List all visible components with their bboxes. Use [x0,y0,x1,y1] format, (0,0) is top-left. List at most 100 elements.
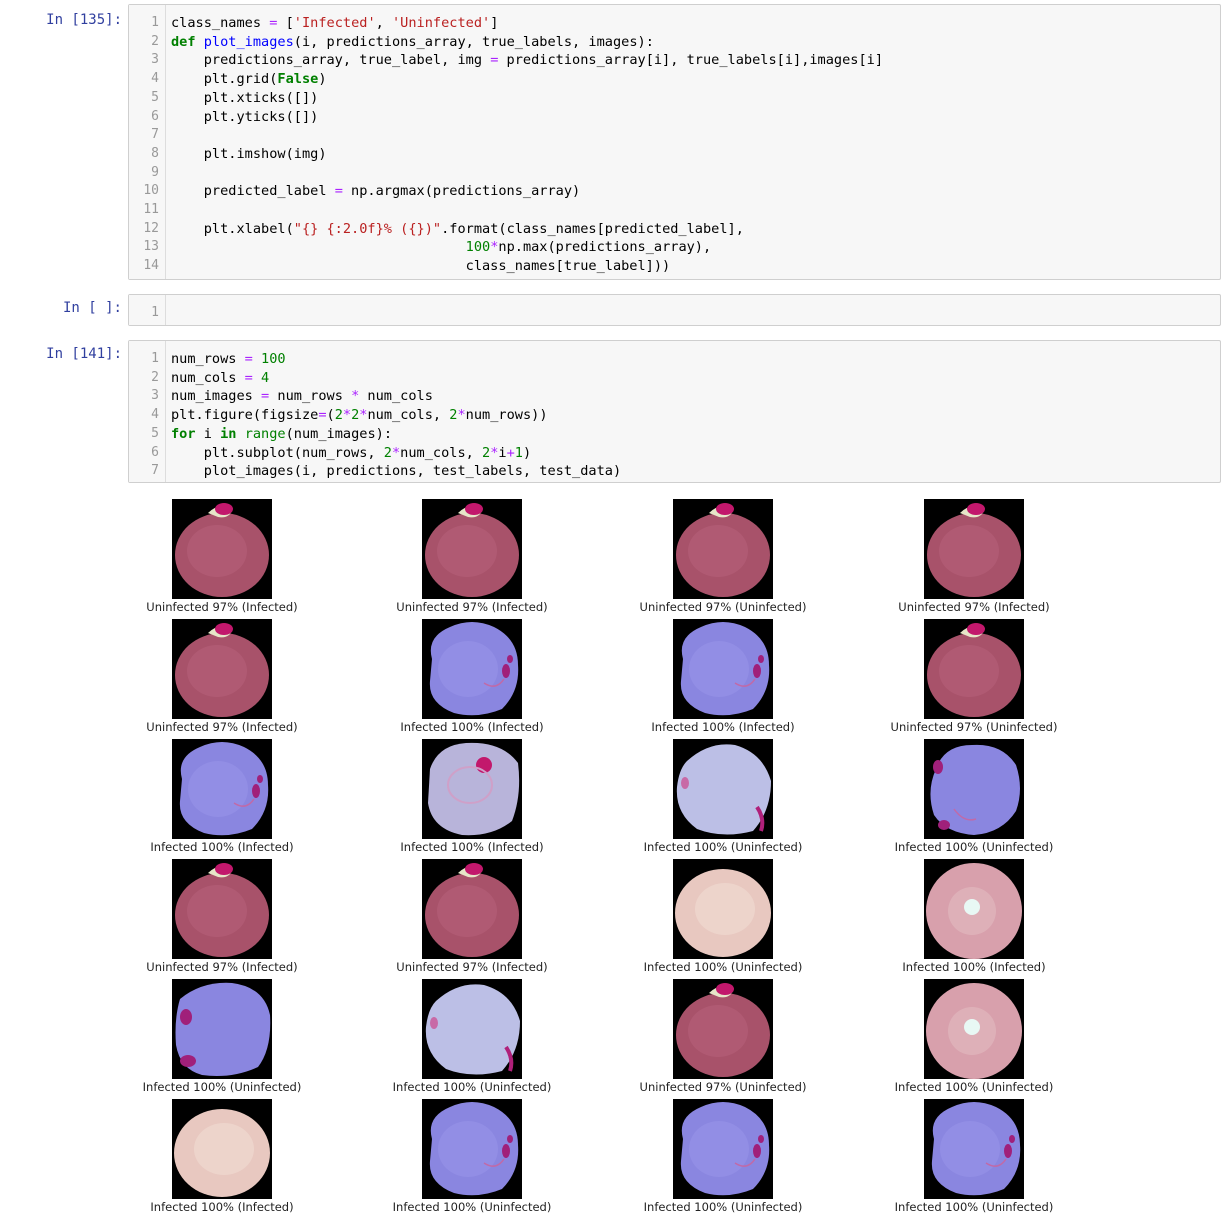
cell-image-tile [924,979,1024,1079]
code-token: plt.figure(figsize [171,407,319,424]
code-token: np.argmax(predictions_array) [342,183,581,200]
code-token: predicted_label [171,183,335,200]
cell-image-tile [673,619,773,719]
code-token: num_rows [269,388,352,405]
cell-prompt: In [141]: [46,346,122,362]
code-token: for [171,425,196,442]
code-token: predictions_array[i], true_labels[i],ima… [498,52,884,69]
code-token: num_cols, [400,444,483,461]
code-token: "{} {:2.0f}% ({})" [293,220,442,237]
cell-image-tile [172,619,272,719]
code-token: in [220,425,237,442]
line-number: 7 [151,463,159,479]
line-number: 5 [151,89,159,105]
code-line[interactable]: class_names = ['Infected', 'Uninfected'] [171,14,498,33]
code-line[interactable]: predictions_array, true_label, img = pre… [171,51,883,70]
line-number: 2 [151,369,159,385]
code-token: plot_images(i, predictions, test_labels,… [171,463,622,480]
code-token: num_cols, [367,407,450,424]
line-number: 13 [143,239,159,255]
code-line[interactable]: plt.figure(figsize=(2*2*num_cols, 2*num_… [171,406,548,425]
line-number: 9 [151,164,159,180]
code-cell[interactable]: 1 class_names = ['Infected', 'Uninfected'… [128,4,1221,280]
line-number: 11 [143,202,159,217]
code-token: = [334,183,343,200]
cell-image-tile [172,859,272,959]
prediction-caption: Uninfected 97% (Infected) [396,600,548,614]
code-line[interactable]: for i in range(num_images): [171,425,392,444]
cell-image-tile [172,739,272,839]
cell-image-tile [172,499,272,599]
code-line[interactable]: num_rows = 100 [171,350,286,369]
code-cell[interactable]: 1 num_rows = 100 2 num_cols = 4 3 num_images … [128,340,1221,483]
line-number: 4 [151,407,159,423]
line-number: 1 [151,305,159,320]
code-line[interactable]: plt.xlabel("{} {:2.0f}% ({})".format(cla… [171,220,744,239]
code-token: predictions_array, true_label, img [171,52,491,69]
code-token: class_names[true_label])) [171,258,671,275]
line-number: 6 [151,444,159,460]
code-line[interactable]: plt.xticks([]) [171,89,319,108]
code-token: 2 [482,444,491,461]
cell-image-tile [924,859,1024,959]
code-token: def [171,33,196,50]
prediction-caption: Infected 100% (Uninfected) [392,1200,552,1214]
code-token: [ [277,15,294,31]
cell-prompt: In [ ]: [62,300,122,316]
cell-image-tile [422,979,522,1079]
code-line[interactable]: plt.subplot(num_rows, 2*num_cols, 2*i+1) [171,444,531,463]
cell-image-tile [172,1099,272,1199]
cell-image-tile [172,979,272,1079]
code-token: 100 [465,239,491,256]
code-token: i [195,425,221,442]
prediction-caption: Uninfected 97% (Uninfected) [890,720,1058,734]
cell-image-tile [924,739,1024,839]
prediction-caption: Infected 100% (Infected) [150,1200,294,1214]
code-token: plt.xticks([]) [171,89,319,106]
prediction-caption: Uninfected 97% (Uninfected) [639,600,807,614]
prediction-caption: Infected 100% (Uninfected) [894,1080,1054,1094]
prediction-caption: Infected 100% (Infected) [651,720,795,734]
code-token: num_rows [171,351,245,367]
line-number: 10 [143,183,159,199]
code-line[interactable]: 100*np.max(predictions_array), [171,238,712,257]
prediction-caption: Infected 100% (Uninfected) [142,1080,302,1094]
line-number: 1 [151,351,159,366]
code-line[interactable]: plt.grid(False) [171,70,327,89]
prediction-caption: Uninfected 97% (Infected) [898,600,1050,614]
code-line[interactable]: plot_images(i, predictions, test_labels,… [171,462,621,481]
cell-prompt: In [135]: [46,12,122,28]
code-token: = [244,369,253,386]
line-number: 12 [143,220,159,236]
code-cell[interactable]: 1 [128,294,1221,326]
code-line[interactable]: num_images = num_rows * num_cols [171,387,433,406]
cell-image-tile [924,499,1024,599]
code-line[interactable]: plt.imshow(img) [171,145,327,164]
code-token: class_names [171,15,270,31]
cell-image-tile [673,859,773,959]
code-token: 'Infected' [293,15,376,31]
prediction-caption: Infected 100% (Infected) [400,720,544,734]
code-line[interactable]: predicted_label = np.argmax(predictions_… [171,182,580,201]
code-token: * [342,407,352,424]
prediction-caption: Infected 100% (Uninfected) [643,840,803,854]
code-token: ] [490,15,499,31]
code-token: range [244,425,286,442]
prediction-caption: Infected 100% (Infected) [150,840,294,854]
code-line[interactable]: class_names[true_label])) [171,257,671,276]
code-token: * [457,407,466,424]
code-token: plot_images [203,33,294,50]
code-token: (i, predictions_array, true_labels, imag… [293,33,654,50]
code-line[interactable]: def plot_images(i, predictions_array, tr… [171,33,654,52]
code-token: ) [318,71,327,88]
cell-image-tile [673,739,773,839]
code-line[interactable]: num_cols = 4 [171,369,269,388]
code-line[interactable]: plt.yticks([]) [171,108,319,127]
code-token: plt.imshow(img) [171,145,327,162]
cell-image-tile [673,499,773,599]
prediction-caption: Uninfected 97% (Infected) [396,960,548,974]
